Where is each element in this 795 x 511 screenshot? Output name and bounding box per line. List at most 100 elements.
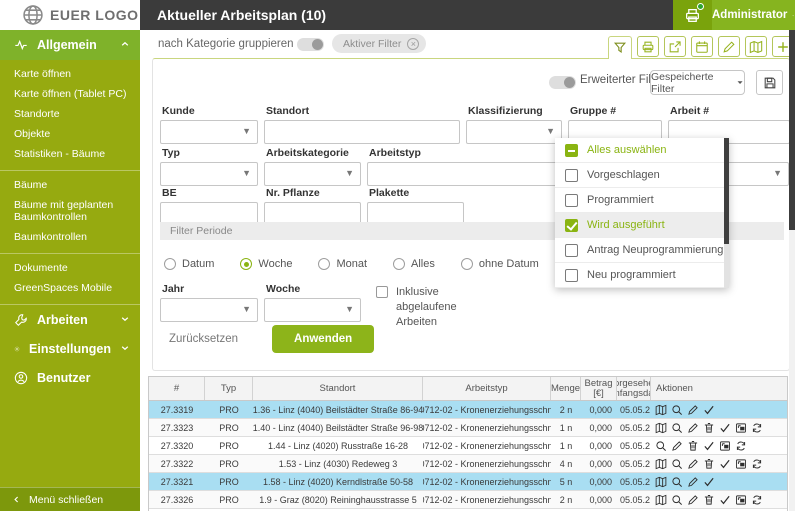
- search-icon[interactable]: [671, 404, 683, 416]
- table-row[interactable]: 27.3321 PRO 1.58 - Linz (4020) Kerndlstraß…: [149, 473, 787, 491]
- radio-monat[interactable]: Monat: [318, 258, 367, 270]
- page-scrollbar-thumb[interactable]: [789, 30, 795, 230]
- dropdown-option-alles-auswählen[interactable]: Alles auswählen: [555, 138, 729, 163]
- radio-button[interactable]: [318, 258, 331, 270]
- check-icon[interactable]: [703, 404, 715, 416]
- radio-button[interactable]: [393, 258, 406, 270]
- checkbox-indeterminate[interactable]: [565, 143, 578, 157]
- page-scrollbar[interactable]: [789, 30, 795, 511]
- radio-datum[interactable]: Datum: [164, 258, 214, 270]
- sidebar-section-arbeiten[interactable]: Arbeiten: [0, 305, 140, 334]
- search-icon[interactable]: [671, 476, 683, 488]
- delete-icon[interactable]: [703, 458, 715, 470]
- table-row[interactable]: 27.3319 PRO 1.36 - Linz (4040) Beilstädter…: [149, 401, 787, 419]
- table-row[interactable]: 27.3320 PRO 1.44 - Linz (4020) Russtraße 1…: [149, 437, 787, 455]
- group-by-category-toggle[interactable]: [297, 38, 324, 51]
- window-icon[interactable]: [735, 494, 747, 506]
- filter-tab-button[interactable]: [608, 36, 632, 59]
- edit-icon[interactable]: [687, 494, 699, 506]
- dropdown-scrollbar[interactable]: [724, 138, 729, 288]
- sidebar-section-allgemein[interactable]: Allgemein: [0, 30, 140, 60]
- sync-icon[interactable]: [751, 422, 763, 434]
- print-queue-button[interactable]: [673, 0, 712, 30]
- window-icon[interactable]: [735, 458, 747, 470]
- active-filter-chip[interactable]: Aktiver Filter ×: [332, 34, 427, 53]
- klassifizierung-select[interactable]: ▼: [466, 120, 562, 144]
- jahr-select[interactable]: ▼: [160, 298, 258, 322]
- map-icon[interactable]: [655, 404, 667, 416]
- sync-icon[interactable]: [751, 494, 763, 506]
- search-icon[interactable]: [671, 494, 683, 506]
- checkbox-unchecked[interactable]: [565, 268, 578, 282]
- checkbox-unchecked[interactable]: [565, 193, 578, 207]
- map-icon[interactable]: [655, 476, 667, 488]
- typ-select[interactable]: ▼: [160, 162, 258, 186]
- table-row[interactable]: 27.3322 PRO 1.53 - Linz (4030) Redeweg 3 00…: [149, 455, 787, 473]
- print-button[interactable]: [637, 36, 659, 57]
- sync-icon[interactable]: [751, 458, 763, 470]
- sidebar-section-benutzer[interactable]: Benutzer: [0, 363, 140, 392]
- radio-button[interactable]: [460, 258, 473, 270]
- check-icon[interactable]: [703, 440, 715, 452]
- dropdown-scrollbar-thumb[interactable]: [724, 138, 729, 244]
- table-row[interactable]: 27.3323 PRO 1.40 - Linz (4040) Beilstädter…: [149, 419, 787, 437]
- search-icon[interactable]: [671, 422, 683, 434]
- checkbox-unchecked[interactable]: [565, 168, 578, 182]
- woche-select[interactable]: ▼: [264, 298, 361, 322]
- close-menu-button[interactable]: Menü schließen: [0, 487, 140, 511]
- delete-icon[interactable]: [687, 440, 699, 452]
- sidebar-item-greenspaces-mobile[interactable]: GreenSpaces Mobile: [0, 278, 140, 298]
- sidebar-item-standorte[interactable]: Standorte: [0, 104, 140, 124]
- edit-icon[interactable]: [687, 476, 699, 488]
- calendar-button[interactable]: [691, 36, 713, 57]
- checkbox-unchecked[interactable]: [565, 243, 578, 257]
- radio-button[interactable]: [164, 258, 176, 270]
- sidebar-item-bäume-mit-geplanten-baumkontrollen[interactable]: Bäume mit geplanten Baumkontrollen: [0, 195, 140, 227]
- table-row[interactable]: 27.3326 PRO 1.9 - Graz (8020) Reininghauss…: [149, 491, 787, 509]
- map-icon[interactable]: [655, 458, 667, 470]
- sidebar-item-dokumente[interactable]: Dokumente: [0, 258, 140, 278]
- advanced-filter-toggle[interactable]: [549, 76, 576, 89]
- dropdown-option-vorgeschlagen[interactable]: Vorgeschlagen: [555, 163, 729, 188]
- kunde-select[interactable]: ▼: [160, 120, 258, 144]
- sync-icon[interactable]: [735, 440, 747, 452]
- edit-button[interactable]: [718, 36, 740, 57]
- include-expired-checkbox[interactable]: [376, 286, 388, 298]
- delete-icon[interactable]: [703, 422, 715, 434]
- sidebar-item-baumkontrollen[interactable]: Baumkontrollen: [0, 227, 140, 247]
- radio-alles[interactable]: Alles: [393, 258, 435, 270]
- map-icon[interactable]: [655, 494, 667, 506]
- sidebar-item-statistiken-bäume[interactable]: Statistiken - Bäume: [0, 144, 140, 164]
- standort-input[interactable]: [264, 120, 460, 144]
- map-icon[interactable]: [655, 422, 667, 434]
- user-menu-button[interactable]: Administrator: [712, 0, 795, 30]
- edit-icon[interactable]: [687, 404, 699, 416]
- sidebar-item-karte-öffnen-tablet-pc-[interactable]: Karte öffnen (Tablet PC): [0, 84, 140, 104]
- window-icon[interactable]: [719, 440, 731, 452]
- dropdown-option-programmiert[interactable]: Programmiert: [555, 188, 729, 213]
- checkbox-checked[interactable]: [565, 218, 578, 232]
- dropdown-option-wird-ausgeführt[interactable]: Wird ausgeführt: [555, 213, 729, 238]
- apply-button[interactable]: Anwenden: [272, 325, 375, 353]
- radio-button[interactable]: [240, 258, 253, 270]
- saved-filters-button[interactable]: Gespeicherte Filter: [650, 70, 745, 95]
- reset-button[interactable]: Zurücksetzen: [169, 333, 238, 345]
- delete-icon[interactable]: [703, 494, 715, 506]
- sidebar-item-objekte[interactable]: Objekte: [0, 124, 140, 144]
- check-icon[interactable]: [703, 476, 715, 488]
- remove-filter-icon[interactable]: ×: [407, 37, 420, 50]
- sidebar-item-bäume[interactable]: Bäume: [0, 175, 140, 195]
- window-icon[interactable]: [735, 422, 747, 434]
- map-button[interactable]: [745, 36, 767, 57]
- sidebar-item-karte-öffnen[interactable]: Karte öffnen: [0, 64, 140, 84]
- edit-icon[interactable]: [671, 440, 683, 452]
- edit-icon[interactable]: [687, 422, 699, 434]
- save-filter-button[interactable]: [756, 70, 783, 95]
- export-button[interactable]: [664, 36, 686, 57]
- search-icon[interactable]: [671, 458, 683, 470]
- arbeitskategorie-select[interactable]: ▼: [264, 162, 361, 186]
- sidebar-section-einstellungen[interactable]: Einstellungen: [0, 334, 140, 363]
- radio-woche[interactable]: Woche: [240, 258, 292, 270]
- dropdown-option-antrag-neuprogrammierung[interactable]: Antrag Neuprogrammierung: [555, 238, 729, 263]
- check-icon[interactable]: [719, 458, 731, 470]
